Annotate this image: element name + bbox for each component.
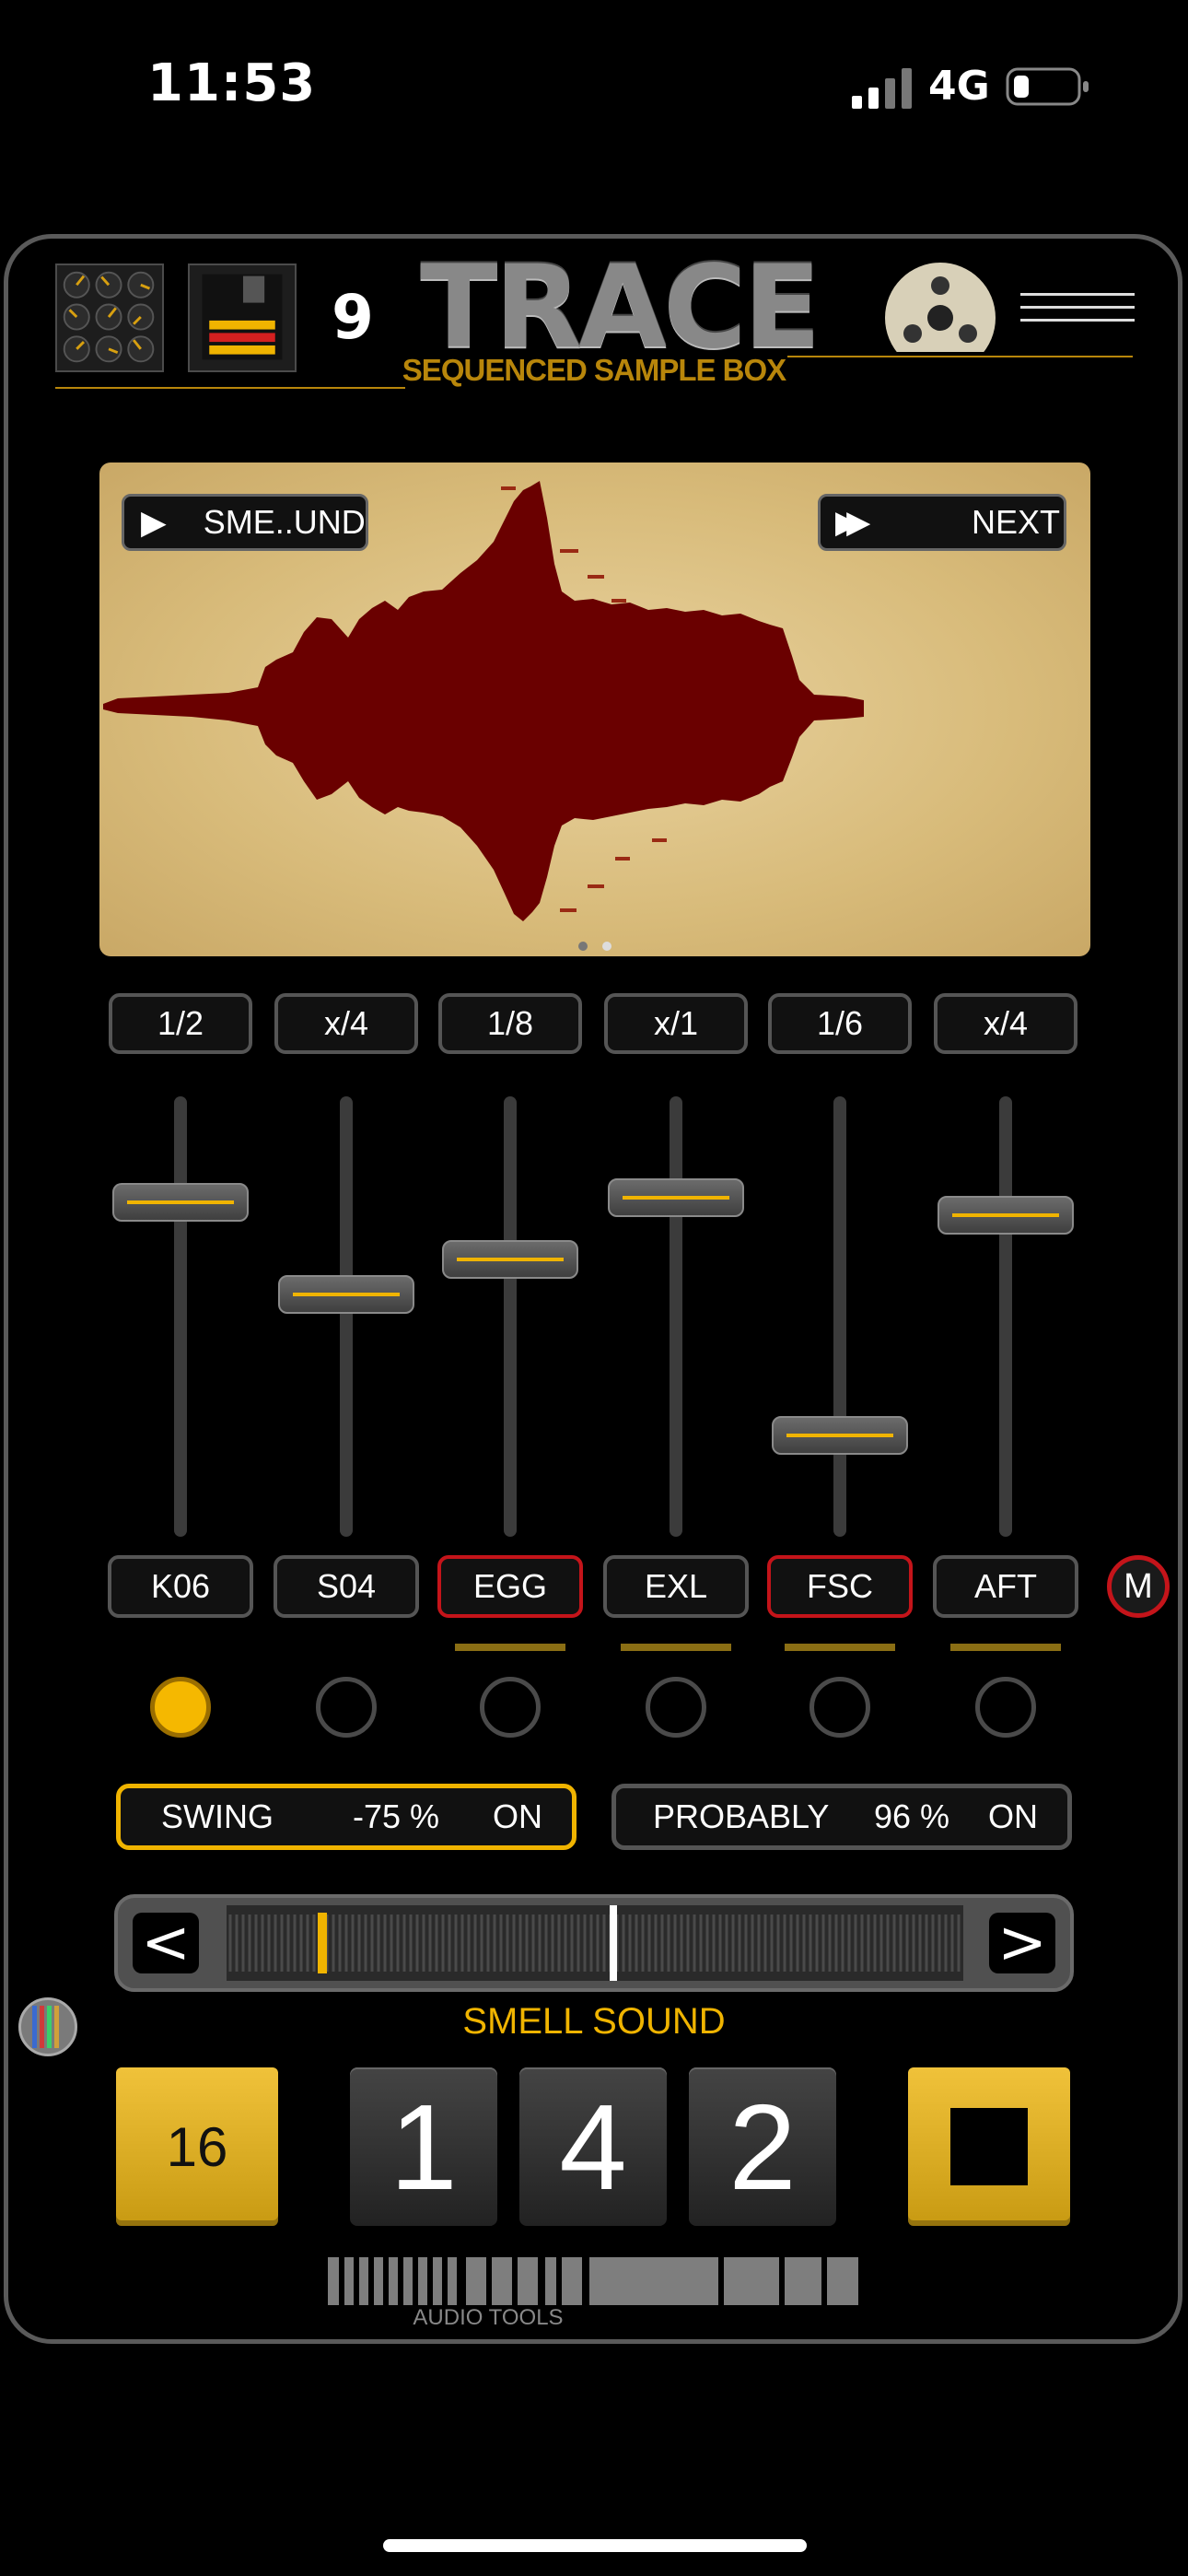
- play-sample-button[interactable]: ▶ SME..UND: [122, 494, 368, 551]
- channel-led[interactable]: [480, 1677, 541, 1738]
- header-divider: [55, 387, 405, 389]
- channel-name-button[interactable]: FSC: [767, 1555, 913, 1618]
- channel-indicator-bar: [455, 1644, 565, 1651]
- channel-led[interactable]: [975, 1677, 1036, 1738]
- fader-track: [999, 1096, 1012, 1537]
- probability-state: ON: [988, 1797, 1038, 1835]
- play-icon: ▶: [141, 503, 167, 541]
- brand-subtitle: AUDIO TOOLS: [413, 2305, 564, 2330]
- rate-button[interactable]: 1/8: [438, 993, 582, 1054]
- knobs-icon[interactable]: [55, 263, 164, 372]
- save-icon[interactable]: [188, 263, 297, 372]
- header-divider: [787, 356, 1133, 357]
- app-subtitle: SEQUENCED SAMPLE BOX: [402, 353, 786, 387]
- next-sample-button[interactable]: ▶▶ NEXT: [818, 494, 1066, 551]
- rate-button[interactable]: x/4: [274, 993, 418, 1054]
- rate-button[interactable]: 1/6: [768, 993, 912, 1054]
- swing-label: SWING: [161, 1797, 274, 1835]
- page-dot: [578, 942, 588, 951]
- swing-value: -75 %: [353, 1797, 440, 1835]
- tape-reel-icon[interactable]: [882, 260, 998, 352]
- probability-label: PROBABLY: [653, 1797, 830, 1835]
- volume-fader[interactable]: [608, 1177, 744, 1217]
- playhead: [610, 1905, 617, 1981]
- status-time: 11:53: [147, 53, 317, 113]
- fader-track: [670, 1096, 682, 1537]
- channel-name-button[interactable]: S04: [274, 1555, 419, 1618]
- home-indicator[interactable]: [383, 2539, 807, 2552]
- fader-track: [174, 1096, 187, 1537]
- channel-name-button[interactable]: EGG: [437, 1555, 583, 1618]
- menu-icon[interactable]: [1020, 293, 1135, 337]
- pattern-name: SMELL SOUND: [462, 2001, 726, 2042]
- rate-button[interactable]: x/1: [604, 993, 748, 1054]
- step-selector[interactable]: < >: [114, 1894, 1074, 1992]
- channel-name-button[interactable]: EXL: [603, 1555, 749, 1618]
- next-label: NEXT: [971, 503, 1060, 541]
- brand-logo: [328, 2257, 858, 2305]
- volume-fader[interactable]: [278, 1275, 414, 1315]
- volume-fader[interactable]: [112, 1182, 249, 1222]
- volume-fader[interactable]: [938, 1196, 1074, 1235]
- step-scrubber[interactable]: [227, 1905, 963, 1981]
- channel-name-button[interactable]: AFT: [933, 1555, 1078, 1618]
- network-label: 4G: [928, 63, 990, 110]
- fader-track: [504, 1096, 517, 1537]
- fader-track: [340, 1096, 353, 1537]
- fader-track: [833, 1096, 846, 1537]
- probability-value: 96 %: [874, 1797, 950, 1835]
- counter-digit[interactable]: 2: [689, 2067, 836, 2226]
- sample-name: SME..UND: [203, 503, 366, 541]
- step-next-button[interactable]: >: [989, 1913, 1055, 1973]
- stop-button[interactable]: [908, 2067, 1070, 2226]
- channel-led[interactable]: [809, 1677, 870, 1738]
- swing-control[interactable]: SWING -75 % ON: [116, 1784, 577, 1850]
- volume-fader[interactable]: [442, 1239, 578, 1279]
- channel-name-button[interactable]: K06: [108, 1555, 253, 1618]
- battery-icon: [1006, 67, 1089, 106]
- counter-digit[interactable]: 1: [350, 2067, 497, 2226]
- swing-state: ON: [493, 1797, 542, 1835]
- rate-button[interactable]: x/4: [934, 993, 1077, 1054]
- channel-led[interactable]: [646, 1677, 706, 1738]
- channel-indicator-bar: [621, 1644, 731, 1651]
- rate-button[interactable]: 1/2: [109, 993, 252, 1054]
- preset-number: 9: [332, 282, 374, 353]
- step-prev-button[interactable]: <: [133, 1913, 199, 1973]
- counter-digit[interactable]: 4: [519, 2067, 667, 2226]
- channel-indicator-bar: [950, 1644, 1061, 1651]
- probability-control[interactable]: PROBABLY 96 % ON: [611, 1784, 1072, 1850]
- channel-indicator-bar: [785, 1644, 895, 1651]
- page-dot-active: [602, 942, 611, 951]
- stop-icon: [950, 2108, 1028, 2185]
- waveform-display[interactable]: ▶ SME..UND ▶▶ NEXT: [99, 463, 1090, 956]
- steps-button[interactable]: 16: [116, 2067, 278, 2226]
- mute-button[interactable]: M: [1107, 1555, 1170, 1618]
- channel-led[interactable]: [316, 1677, 377, 1738]
- step-marker: [318, 1913, 327, 1973]
- volume-fader[interactable]: [772, 1416, 908, 1456]
- signal-icon: [852, 68, 912, 109]
- fast-forward-icon: ▶▶: [835, 505, 870, 540]
- channel-led[interactable]: [150, 1677, 211, 1738]
